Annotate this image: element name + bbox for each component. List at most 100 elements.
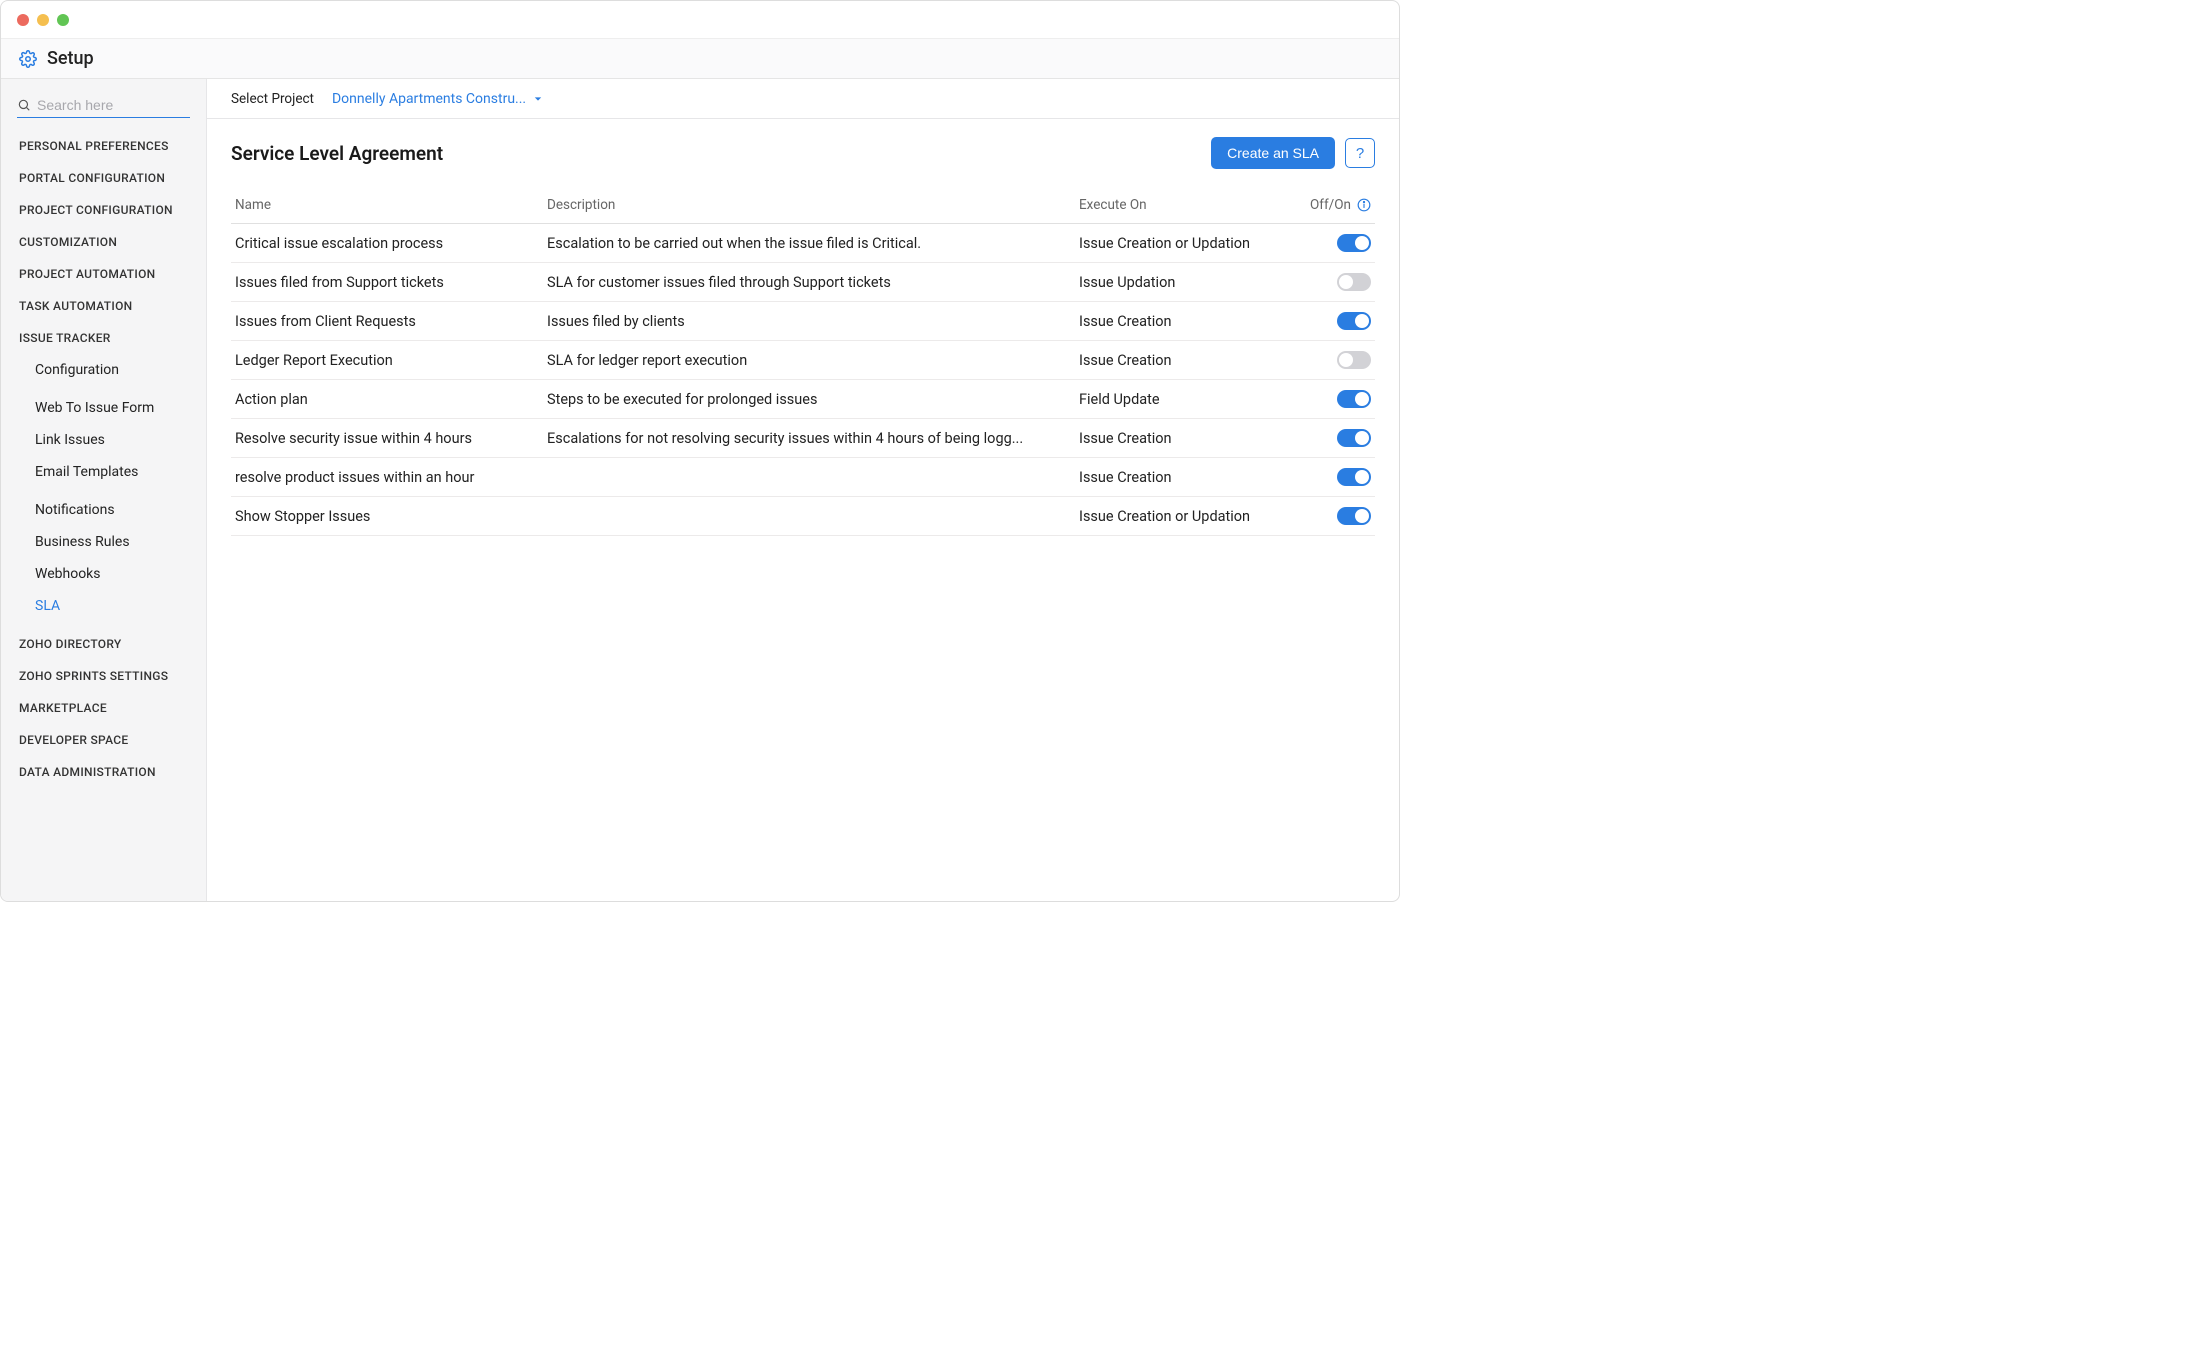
cell-execute-on: Issue Creation [1079,352,1279,369]
header-bar: Setup [1,39,1399,79]
toggle-switch[interactable] [1337,234,1371,252]
body-wrap: PERSONAL PREFERENCESPORTAL CONFIGURATION… [1,79,1399,901]
cell-toggle [1291,273,1371,291]
app-window: Setup PERSONAL PREFERENCESPORTAL CONFIGU… [0,0,1400,902]
search-wrap [1,93,206,130]
chevron-down-icon [534,95,542,103]
project-dropdown[interactable]: Donnelly Apartments Constru... [332,91,542,107]
toggle-switch[interactable] [1337,351,1371,369]
cell-execute-on: Issue Creation or Updation [1079,235,1279,252]
cell-name: Issues from Client Requests [235,313,535,330]
sidebar-item[interactable]: Business Rules [1,526,206,558]
table-row[interactable]: Resolve security issue within 4 hours Esc… [231,419,1375,458]
table-row[interactable]: Ledger Report Execution SLA for ledger re… [231,341,1375,380]
table-body: Critical issue escalation process Escalat… [231,224,1375,536]
cell-description: Issues filed by clients [547,313,1067,330]
content-actions: Create an SLA ? [1211,137,1375,169]
table-row[interactable]: Show Stopper Issues Issue Creation or Upd… [231,497,1375,536]
cell-name: Issues filed from Support tickets [235,274,535,291]
sidebar-item[interactable]: Web To Issue Form [1,392,206,424]
cell-description: SLA for ledger report execution [547,352,1067,369]
titlebar [1,1,1399,39]
cell-name: Resolve security issue within 4 hours [235,430,535,447]
cell-description: Steps to be executed for prolonged issue… [547,391,1067,408]
sidebar-section[interactable]: ZOHO SPRINTS SETTINGS [1,660,206,692]
page-title: Setup [47,48,94,69]
gear-icon [19,50,37,68]
cell-description: Escalation to be carried out when the is… [547,235,1067,252]
cell-execute-on: Field Update [1079,391,1279,408]
sidebar-item[interactable]: Notifications [1,494,206,526]
table-row[interactable]: Issues from Client Requests Issues filed … [231,302,1375,341]
sidebar-item[interactable]: Webhooks [1,558,206,590]
help-button[interactable]: ? [1345,138,1375,168]
sidebar-section[interactable]: MARKETPLACE [1,692,206,724]
sidebar: PERSONAL PREFERENCESPORTAL CONFIGURATION… [1,79,207,901]
cell-toggle [1291,234,1371,252]
toggle-switch[interactable] [1337,390,1371,408]
sidebar-section[interactable]: CUSTOMIZATION [1,226,206,258]
sidebar-section[interactable]: ZOHO DIRECTORY [1,628,206,660]
sidebar-section[interactable]: PORTAL CONFIGURATION [1,162,206,194]
sidebar-item[interactable]: SLA [1,590,206,622]
window-minimize-button[interactable] [37,14,49,26]
cell-execute-on: Issue Creation [1079,430,1279,447]
sidebar-section[interactable]: DATA ADMINISTRATION [1,756,206,788]
cell-name: Action plan [235,391,535,408]
col-name: Name [235,197,535,213]
project-label: Select Project [231,91,314,107]
project-selector-bar: Select Project Donnelly Apartments Const… [207,79,1399,119]
sidebar-section[interactable]: PROJECT AUTOMATION [1,258,206,290]
sidebar-section[interactable]: DEVELOPER SPACE [1,724,206,756]
cell-description: SLA for customer issues filed through Su… [547,274,1067,291]
cell-execute-on: Issue Creation [1079,469,1279,486]
search-field-wrap[interactable] [17,93,190,118]
table-header-row: Name Description Execute On Off/On [231,187,1375,224]
cell-name: resolve product issues within an hour [235,469,535,486]
sla-table: Name Description Execute On Off/On Criti… [231,187,1375,536]
col-off-on: Off/On [1291,197,1371,213]
sidebar-nav: PERSONAL PREFERENCESPORTAL CONFIGURATION… [1,130,206,788]
table-row[interactable]: resolve product issues within an hour Iss… [231,458,1375,497]
cell-toggle [1291,390,1371,408]
window-close-button[interactable] [17,14,29,26]
cell-name: Critical issue escalation process [235,235,535,252]
cell-execute-on: Issue Updation [1079,274,1279,291]
content-header: Service Level Agreement Create an SLA ? [231,137,1375,169]
sidebar-section[interactable]: TASK AUTOMATION [1,290,206,322]
cell-description: Escalations for not resolving security i… [547,430,1067,447]
toggle-switch[interactable] [1337,429,1371,447]
content: Service Level Agreement Create an SLA ? … [207,119,1399,901]
search-input[interactable] [37,97,190,113]
cell-name: Ledger Report Execution [235,352,535,369]
sidebar-section[interactable]: PROJECT CONFIGURATION [1,194,206,226]
cell-toggle [1291,351,1371,369]
table-row[interactable]: Issues filed from Support tickets SLA for… [231,263,1375,302]
section-title: Service Level Agreement [231,142,443,165]
sidebar-item[interactable]: Link Issues [1,424,206,456]
window-maximize-button[interactable] [57,14,69,26]
cell-execute-on: Issue Creation or Updation [1079,508,1279,525]
cell-toggle [1291,429,1371,447]
cell-toggle [1291,507,1371,525]
sidebar-item[interactable]: Configuration [1,354,206,386]
cell-name: Show Stopper Issues [235,508,535,525]
sidebar-section[interactable]: PERSONAL PREFERENCES [1,130,206,162]
toggle-switch[interactable] [1337,273,1371,291]
table-row[interactable]: Action plan Steps to be executed for prol… [231,380,1375,419]
toggle-switch[interactable] [1337,507,1371,525]
sidebar-section[interactable]: ISSUE TRACKER [1,322,206,354]
main: Select Project Donnelly Apartments Const… [207,79,1399,901]
toggle-switch[interactable] [1337,312,1371,330]
create-sla-button[interactable]: Create an SLA [1211,137,1335,169]
col-description: Description [547,197,1067,213]
col-execute-on: Execute On [1079,197,1279,213]
cell-execute-on: Issue Creation [1079,313,1279,330]
table-row[interactable]: Critical issue escalation process Escalat… [231,224,1375,263]
sidebar-item[interactable]: Email Templates [1,456,206,488]
info-icon[interactable] [1357,198,1371,212]
search-icon [17,98,31,112]
col-off-on-label: Off/On [1310,197,1351,213]
toggle-switch[interactable] [1337,468,1371,486]
project-selected-value: Donnelly Apartments Constru... [332,91,526,107]
